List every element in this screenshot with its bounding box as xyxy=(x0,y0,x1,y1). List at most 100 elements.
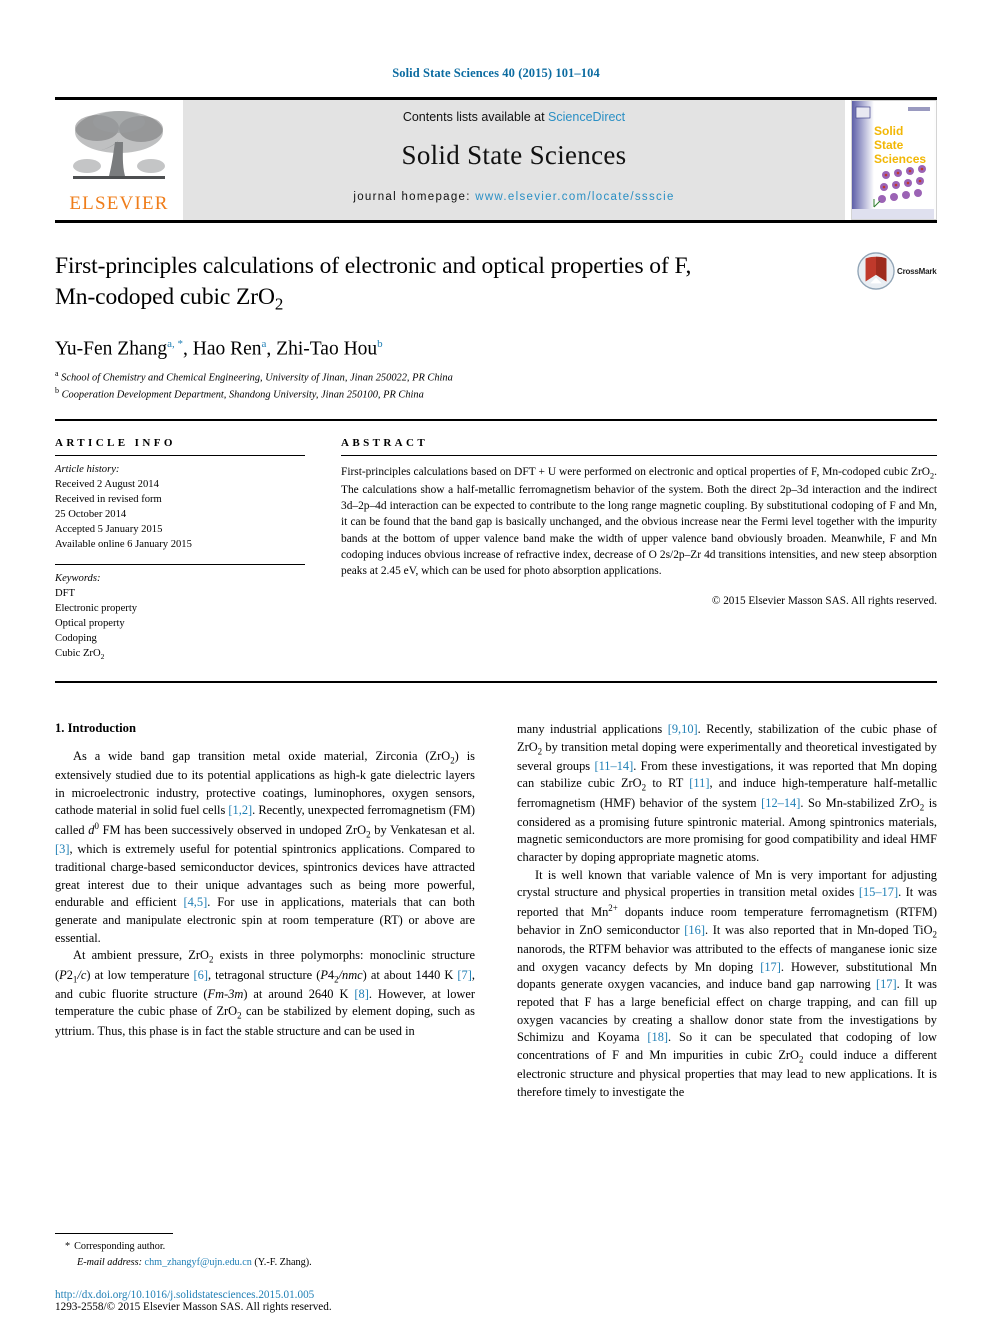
citation-7[interactable]: [7] xyxy=(457,968,471,982)
affiliation-text-a: School of Chemistry and Chemical Enginee… xyxy=(61,372,453,383)
author-name-1: Yu-Fen Zhang xyxy=(55,338,168,360)
citation-17[interactable]: [17] xyxy=(760,960,781,974)
abstract-part-2: . The calculations show a half-metallic … xyxy=(341,465,937,578)
homepage-prefix: journal homepage: xyxy=(353,191,476,203)
abstract-column: ABSTRACT First-principles calculations b… xyxy=(341,437,937,663)
contents-prefix: Contents lists available at xyxy=(402,110,549,124)
journal-title: Solid State Sciences xyxy=(401,140,627,170)
page-footer: http://dx.doi.org/10.1016/j.solidstatesc… xyxy=(55,1289,655,1313)
crossmark-icon xyxy=(857,252,895,290)
body-column-right: many industrial applications [9,10]. Rec… xyxy=(517,721,937,1102)
title-subscript: 2 xyxy=(274,294,284,314)
abstract-part-1: First-principles calculations based on D… xyxy=(341,465,931,478)
keyword-1: DFT xyxy=(55,587,76,599)
paragraph-left-1: As a wide band gap transition metal oxid… xyxy=(55,748,476,945)
paragraph-right-2: It is well known that variable valence o… xyxy=(517,867,937,1099)
contents-available-line: Contents lists available at ScienceDirec… xyxy=(403,110,625,124)
paragraph-right-1: many industrial applications [9,10]. Rec… xyxy=(517,721,938,865)
affiliation-mark-a: a xyxy=(55,368,59,378)
citation-16[interactable]: [16] xyxy=(684,923,705,937)
column-gap xyxy=(305,437,341,663)
citation-9-10[interactable]: [9,10] xyxy=(668,722,698,736)
email-note: E-mail address: chm_zhangyf@ujn.edu.cn (… xyxy=(55,1255,475,1270)
cover-art: Solid State Sciences xyxy=(852,101,934,219)
keyword-5: Cubic ZrO2 xyxy=(55,647,105,662)
citation-15-17[interactable]: [15–17] xyxy=(859,885,898,899)
elsevier-wordmark: ELSEVIER xyxy=(69,193,169,214)
corresponding-author-label: Corresponding author. xyxy=(74,1241,166,1253)
citation-17b[interactable]: [17] xyxy=(876,977,897,991)
keywords-label: Keywords: xyxy=(55,572,101,584)
elsevier-logo: ELSEVIER xyxy=(55,100,183,220)
citation-18[interactable]: [18] xyxy=(647,1030,668,1044)
section-heading-introduction: 1. Introduction xyxy=(55,720,136,735)
affiliation-a: a School of Chemistry and Chemical Engin… xyxy=(55,368,937,386)
author-name-2: Hao Ren xyxy=(192,338,262,360)
body-column-gap xyxy=(475,721,517,1102)
history-item-5: Available online 6 January 2015 xyxy=(55,538,192,550)
article-info-column: ARTICLE INFO Article history: Received 2… xyxy=(55,437,305,663)
body-columns: 1. Introduction As a wide band gap trans… xyxy=(55,721,937,1102)
article-page: Solid State Sciences 40 (2015) 101–104 E… xyxy=(0,0,992,1323)
svg-text:Solid: Solid xyxy=(874,124,903,138)
body-column-left: 1. Introduction As a wide band gap trans… xyxy=(55,721,475,1102)
title-block: First-principles calculations of electro… xyxy=(55,223,937,403)
journal-homepage-line: journal homepage: www.elsevier.com/locat… xyxy=(353,191,674,203)
history-item-1: Received 2 August 2014 xyxy=(55,478,159,490)
email-label: E-mail address: xyxy=(77,1256,142,1268)
author-mark-3: b xyxy=(377,338,383,351)
journal-masthead: ELSEVIER Contents lists available at Sci… xyxy=(55,97,937,220)
corresponding-author-note: * Corresponding author. xyxy=(55,1239,475,1254)
affiliation-b: b Cooperation Development Department, Sh… xyxy=(55,385,937,403)
crossmark-badge[interactable]: CrossMark xyxy=(857,247,937,295)
paragraph-left-2: At ambient pressure, ZrO2 exists in thre… xyxy=(55,948,476,1038)
info-abstract-region: ARTICLE INFO Article history: Received 2… xyxy=(55,437,937,663)
author-list: Yu-Fen Zhanga, *, Hao Rena, Zhi-Tao Houb xyxy=(55,338,383,360)
crossmark-label: CrossMark xyxy=(897,266,937,276)
citation-8[interactable]: [8] xyxy=(354,987,368,1001)
citation-11[interactable]: [11] xyxy=(689,776,709,790)
article-info-heading: ARTICLE INFO xyxy=(55,436,176,449)
keyword-2: Electronic property xyxy=(55,602,138,614)
affiliation-list: a School of Chemistry and Chemical Engin… xyxy=(55,368,937,403)
email-author: (Y.-F. Zhang). xyxy=(254,1256,312,1268)
journal-band: Contents lists available at ScienceDirec… xyxy=(183,100,845,220)
abstract-copyright: © 2015 Elsevier Masson SAS. All rights r… xyxy=(711,595,937,608)
journal-cover-thumbnail: Solid State Sciences xyxy=(851,100,937,220)
title-line-2: Mn-codoped cubic ZrO xyxy=(55,284,275,311)
author-mark-2: a xyxy=(261,338,267,351)
email-link[interactable]: chm_zhangyf@ujn.edu.cn xyxy=(145,1257,252,1268)
journal-homepage-link[interactable]: www.elsevier.com/locate/ssscie xyxy=(475,191,674,203)
abstract-heading: ABSTRACT xyxy=(341,436,429,449)
citation-3[interactable]: [3] xyxy=(55,842,69,856)
citation-4-5[interactable]: [4,5] xyxy=(183,895,207,909)
abstract-bottom-rule xyxy=(55,680,937,683)
running-head: Solid State Sciences 40 (2015) 101–104 xyxy=(392,66,600,80)
abstract-text: First-principles calculations based on D… xyxy=(341,456,937,580)
page-title: First-principles calculations of electro… xyxy=(55,251,815,316)
doi-link[interactable]: http://dx.doi.org/10.1016/j.solidstatesc… xyxy=(55,1289,655,1301)
citation-1-2[interactable]: [1,2] xyxy=(228,803,252,817)
citation-11-14[interactable]: [11–14] xyxy=(594,759,633,773)
history-item-2: Received in revised form xyxy=(55,493,162,505)
corresponding-author-star: * xyxy=(65,1241,71,1253)
authors-bottom-rule xyxy=(55,418,937,421)
history-item-4: Accepted 5 January 2015 xyxy=(55,523,163,535)
author-name-3: Zhi-Tao Hou xyxy=(276,338,378,360)
sciencedirect-link[interactable]: ScienceDirect xyxy=(548,110,625,124)
article-history: Article history: Received 2 August 2014 … xyxy=(55,456,305,552)
keyword-3: Optical property xyxy=(55,617,125,629)
keyword-4: Codoping xyxy=(55,632,97,644)
title-line-1: First-principles calculations of electro… xyxy=(55,253,692,279)
elsevier-tree-icon xyxy=(73,111,165,179)
author-mark-1: a, * xyxy=(167,338,183,351)
footnote-rule xyxy=(55,1233,173,1235)
svg-text:Sciences: Sciences xyxy=(874,152,926,166)
citation-12-14[interactable]: [12–14] xyxy=(761,796,800,810)
article-history-label: Article history: xyxy=(55,463,120,475)
keywords-list: Keywords: DFT Electronic property Optica… xyxy=(55,565,305,663)
svg-text:State: State xyxy=(874,138,904,152)
affiliation-text-b: Cooperation Development Department, Shan… xyxy=(61,389,424,401)
affiliation-mark-b: b xyxy=(55,386,59,396)
citation-6[interactable]: [6] xyxy=(194,968,208,982)
